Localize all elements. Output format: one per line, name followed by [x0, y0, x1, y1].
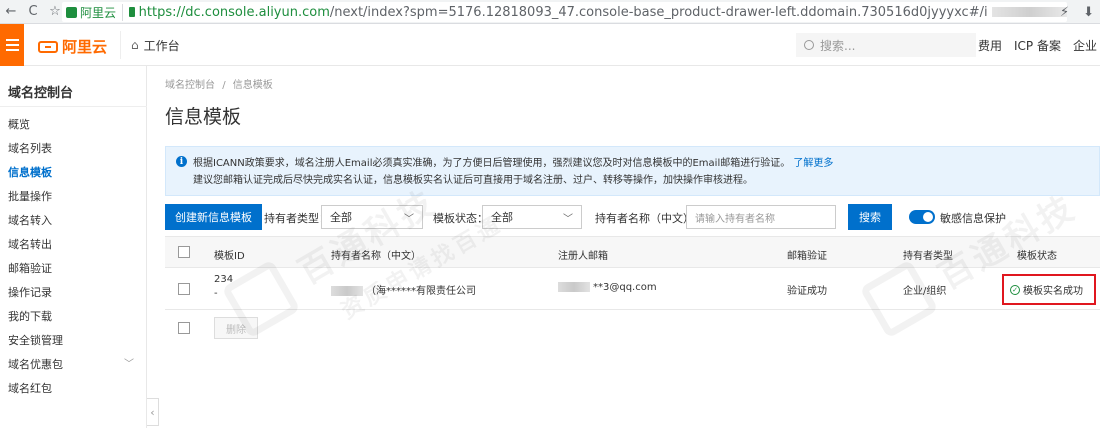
notice-text-1: 根据ICANN政策要求，域名注册人Email必须真实准确，为了方便日后管理使用，…	[193, 158, 791, 169]
sidebar-item-domain-list[interactable]: 域名列表	[8, 140, 138, 156]
col-registrant-email: 注册人邮箱	[558, 251, 608, 262]
email-text: **3@qq.com	[593, 282, 657, 293]
workbench-label: 工作台	[143, 38, 180, 53]
holder-name-label: 持有者名称（中文）：	[595, 212, 700, 225]
holder-name: （海******有限责任公司	[331, 282, 476, 297]
lock-icon	[129, 7, 135, 17]
redacted-text	[331, 286, 363, 296]
header-link-billing[interactable]: 费用	[978, 37, 1002, 54]
header-link-enterprise[interactable]: 企业	[1073, 37, 1097, 54]
url-path: /next/index?spm=5176.12818093_47.console…	[329, 4, 988, 20]
sidebar-title: 域名控制台	[8, 86, 74, 101]
info-notice: i 根据ICANN政策要求，域名注册人Email必须真实准确，为了方便日后管理使…	[165, 146, 1100, 196]
status-value: 全部	[491, 211, 513, 224]
holder-name-placeholder: 请输入持有者名称	[695, 213, 775, 225]
template-status: 模板实名成功	[1023, 286, 1083, 297]
table-row: 234 - （海******有限责任公司 **3@qq.com 验证成功 企业/…	[165, 268, 1100, 310]
breadcrumb-current: 信息模板	[232, 80, 273, 91]
holder-type: 企业/组织	[903, 286, 947, 297]
holder-type-value: 全部	[330, 211, 352, 224]
col-holder-name: 持有者名称（中文）	[331, 251, 421, 262]
search-icon	[804, 40, 814, 50]
sidebar-item-batch[interactable]: 批量操作	[8, 188, 138, 204]
browser-toolbar: ← C ☆ 阿里云 https://dc.console.aliyun.com /…	[0, 0, 1100, 24]
row-checkbox[interactable]	[178, 283, 190, 295]
notice-line-1: 根据ICANN政策要求，域名注册人Email必须真实准确，为了方便日后管理使用，…	[193, 154, 833, 169]
sidebar: 域名控制台 概览 域名列表 信息模板 批量操作 域名转入 域名转出 邮箱验证 操…	[0, 66, 147, 428]
address-bar[interactable]: 阿里云 https://dc.console.aliyun.com/next/i…	[62, 2, 1067, 22]
select-all-checkbox[interactable]	[178, 246, 190, 258]
sidebar-item-coupons[interactable]: 域名优惠包 ﹀	[8, 356, 138, 372]
table-header: 模板ID 持有者名称（中文） 注册人邮箱 邮箱验证 持有者类型 模板状态	[165, 236, 1100, 268]
sidebar-item-overview[interactable]: 概览	[8, 116, 138, 132]
email-verify-status: 验证成功	[787, 286, 827, 297]
holder-name-input[interactable]: 请输入持有者名称	[686, 205, 836, 229]
status-select[interactable]: 全部 ﹀	[482, 205, 582, 229]
sidebar-item-downloads[interactable]: 我的下载	[8, 308, 138, 324]
toggle-knob	[923, 212, 933, 222]
info-icon: i	[176, 156, 187, 167]
page-title: 信息模板	[165, 106, 242, 128]
sidebar-item-transfer-in[interactable]: 域名转入	[8, 212, 138, 228]
search-placeholder: 搜索...	[820, 38, 856, 53]
aliyun-logo[interactable]: 阿里云	[38, 36, 107, 57]
menu-icon[interactable]	[0, 24, 24, 66]
col-holder-type: 持有者类型	[903, 251, 953, 262]
main-content: 域名控制台 / 信息模板 信息模板 i 根据ICANN政策要求，域名注册人Ema…	[148, 66, 1100, 428]
back-icon[interactable]: ←	[0, 0, 22, 24]
col-email-verify: 邮箱验证	[787, 251, 827, 262]
col-template-id: 模板ID	[214, 251, 245, 262]
delete-button[interactable]: 删除	[214, 317, 258, 339]
breadcrumb: 域名控制台 / 信息模板	[165, 76, 273, 91]
sensitive-info-label: 敏感信息保护	[940, 212, 1006, 225]
search-button[interactable]: 搜索	[848, 204, 892, 230]
bulk-select-checkbox[interactable]	[178, 322, 190, 334]
sidebar-item-transfer-out[interactable]: 域名转出	[8, 236, 138, 252]
browser-actions: ⚡ ⬇	[1060, 0, 1094, 24]
header-links: 费用 ICP 备案 企业 支	[978, 24, 1100, 66]
registrant-email: **3@qq.com	[558, 282, 657, 293]
global-search-input[interactable]: 搜索...	[796, 33, 976, 57]
chevron-down-icon: ﹀	[124, 359, 134, 370]
site-badge-label: 阿里云	[80, 5, 117, 20]
template-id: 234	[214, 274, 234, 285]
reload-icon[interactable]: C	[22, 0, 44, 24]
home-icon: ⌂	[131, 38, 139, 52]
redacted-text	[558, 282, 590, 292]
template-id-suffix: -	[214, 288, 218, 299]
status-label: 模板状态：	[433, 212, 488, 225]
workbench-link[interactable]: ⌂ 工作台	[120, 31, 190, 59]
holder-name-text: （海******有限责任公司	[366, 286, 476, 297]
sensitive-info-toggle[interactable]	[909, 210, 935, 224]
check-circle-icon: ✓	[1010, 284, 1020, 295]
sidebar-item-security-lock[interactable]: 安全锁管理	[8, 332, 138, 348]
download-icon[interactable]: ⬇	[1083, 5, 1094, 20]
sidebar-item-operation-log[interactable]: 操作记录	[8, 284, 138, 300]
secure-icon	[66, 6, 77, 18]
template-status-highlight: ✓ 模板实名成功	[1002, 274, 1096, 305]
create-template-button[interactable]: 创建新信息模板	[165, 204, 262, 230]
console-header: 阿里云 ⌂ 工作台 搜索... 费用 ICP 备案 企业 支	[0, 24, 1100, 66]
divider	[0, 106, 147, 107]
chevron-down-icon: ﹀	[404, 214, 414, 225]
lightning-icon[interactable]: ⚡	[1060, 5, 1069, 20]
url-redacted	[991, 7, 1067, 17]
sidebar-item-email-verify[interactable]: 邮箱验证	[8, 260, 138, 276]
site-badge: 阿里云	[66, 3, 124, 21]
holder-type-select[interactable]: 全部 ﹀	[321, 205, 423, 229]
notice-text-2: 建议您邮箱认证完成后尽快完成实名认证，信息模板实名认证后可直接用于域名注册、过户…	[193, 175, 753, 186]
sidebar-item-info-template[interactable]: 信息模板	[8, 164, 138, 180]
logo-text: 阿里云	[62, 38, 108, 56]
breadcrumb-root[interactable]: 域名控制台	[165, 80, 215, 91]
header-link-icp[interactable]: ICP 备案	[1014, 37, 1061, 54]
learn-more-link[interactable]: 了解更多	[793, 158, 833, 169]
col-template-status: 模板状态	[1017, 251, 1057, 262]
filter-bar: 创建新信息模板 持有者类型： 全部 ﹀ 模板状态： 全部 ﹀ 持有者名称（中文）…	[165, 204, 1100, 230]
sidebar-item-red-packet[interactable]: 域名红包	[8, 380, 138, 396]
breadcrumb-separator: /	[222, 80, 226, 91]
sidebar-item-label: 域名优惠包	[8, 358, 63, 371]
chevron-down-icon: ﹀	[563, 214, 573, 225]
url-host: https://dc.console.aliyun.com	[138, 4, 330, 20]
aliyun-logo-icon	[38, 40, 58, 53]
